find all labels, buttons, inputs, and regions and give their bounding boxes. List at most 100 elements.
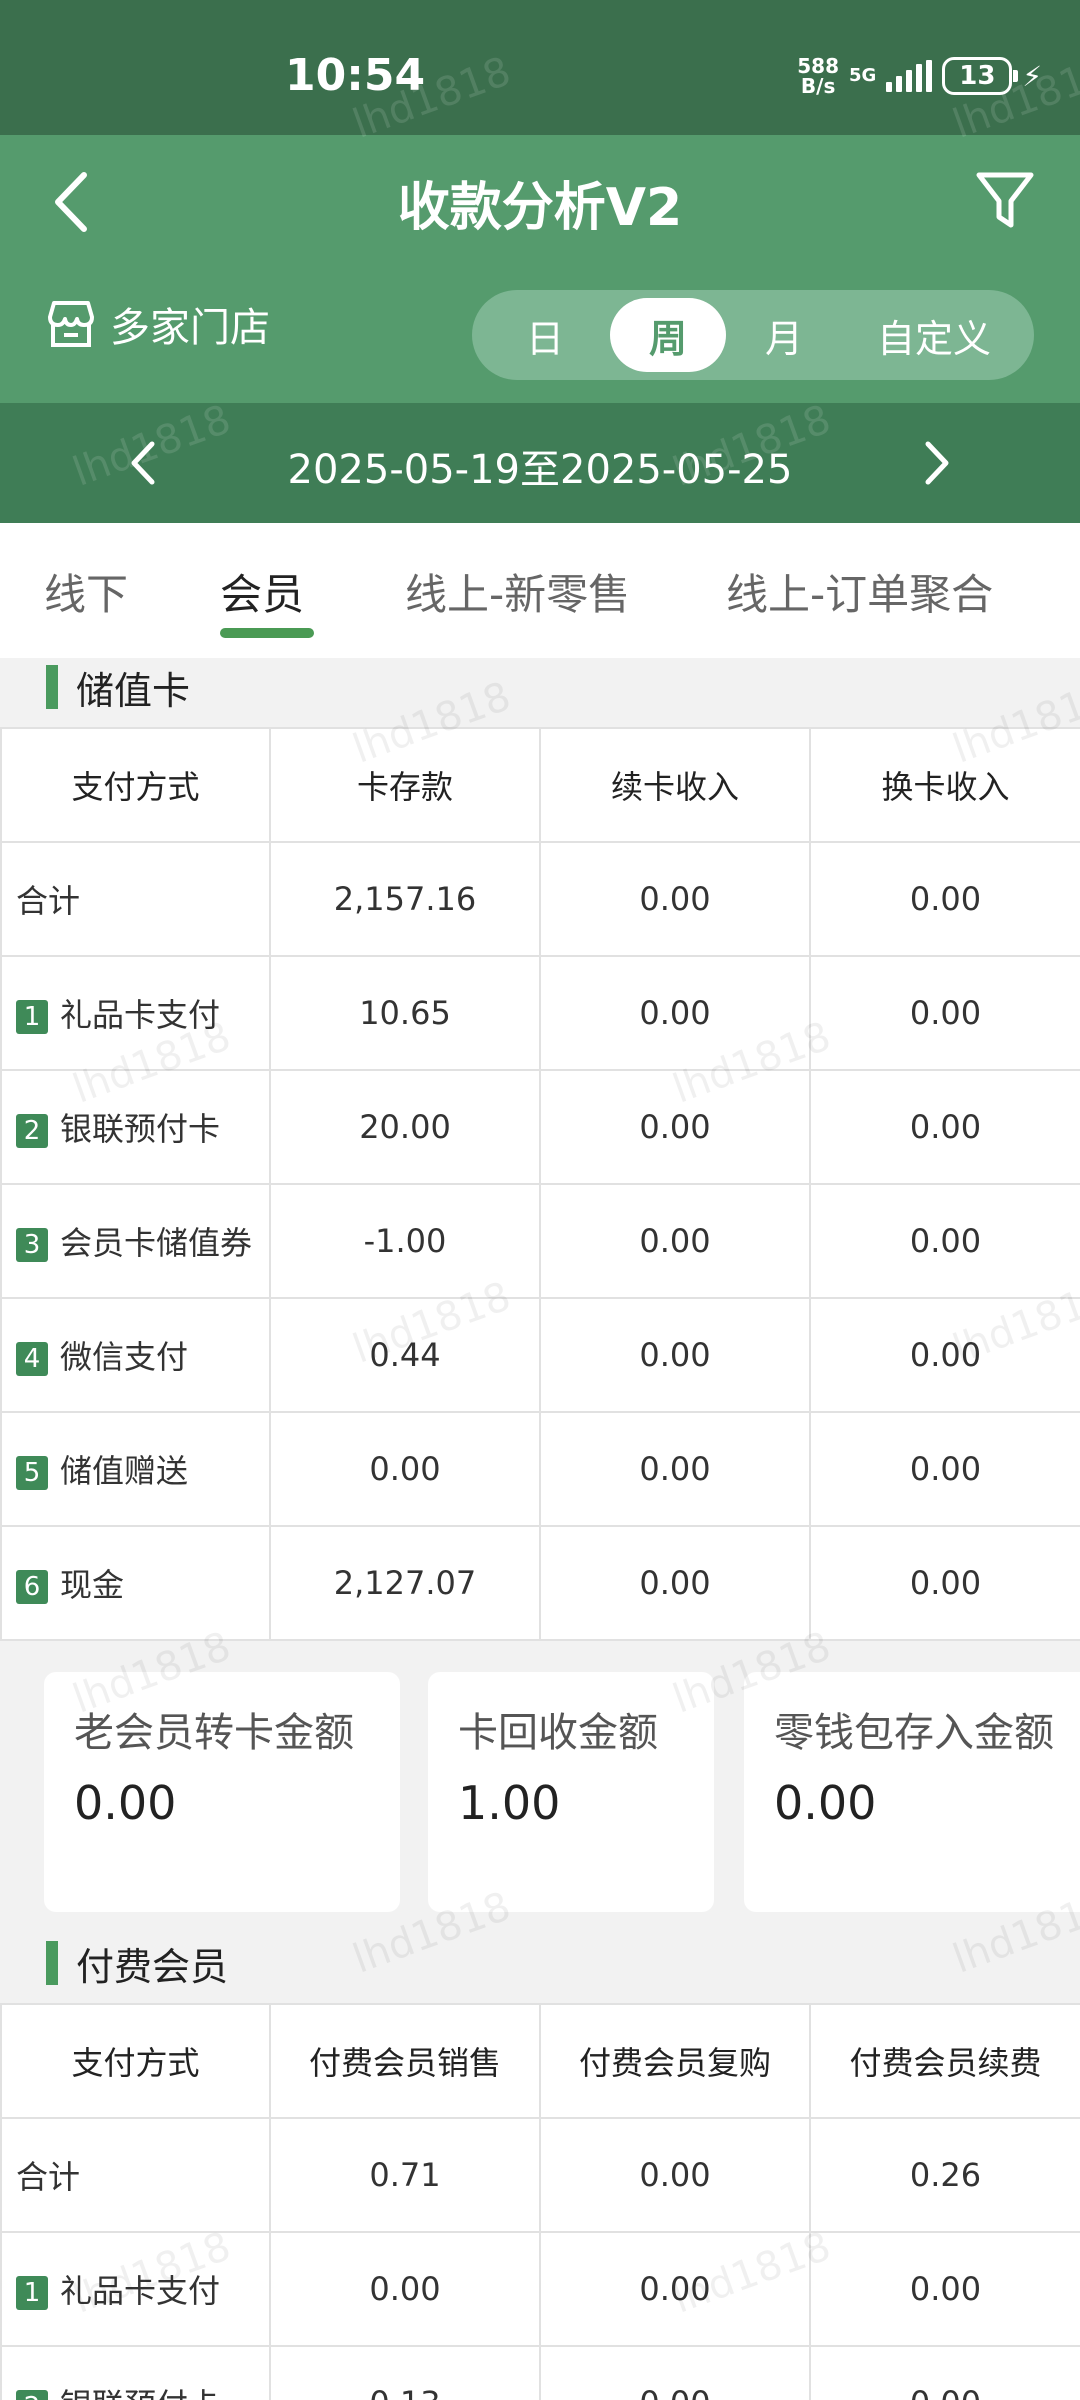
stat-card-member-transfer: 老会员转卡金额 0.00 — [44, 1672, 400, 1912]
tab-offline[interactable]: 线下 — [44, 561, 128, 622]
stat-value: 1.00 — [458, 1776, 561, 1830]
table-row: 2 银联预付卡 20.00 0.00 0.00 — [0, 1069, 1080, 1185]
period-tab-month[interactable]: 月 — [726, 298, 842, 372]
payment-method: 合计 — [0, 841, 271, 957]
battery-icon: 13 — [942, 57, 1019, 95]
table-cell: 0.00 — [539, 1183, 811, 1299]
tab-online-order-aggregate[interactable]: 线上-订单聚合 — [726, 561, 993, 622]
filter-button[interactable] — [970, 165, 1040, 235]
paid-member-table: 支付方式 付费会员销售 付费会员复购 付费会员续费 合计 0.71 0.00 0… — [0, 2003, 1080, 2400]
payment-method-label: 会员卡储值券 — [60, 1224, 253, 1262]
section-title: 储值卡 — [76, 668, 191, 713]
period-tab-custom[interactable]: 自定义 — [842, 298, 1026, 372]
table-cell: 0.00 — [539, 1525, 811, 1641]
network-type: 5G — [849, 65, 877, 86]
column-header: 续卡收入 — [539, 727, 811, 843]
stat-card-card-recycle: 卡回收金额 1.00 — [428, 1672, 714, 1912]
payment-method: 4 微信支付 — [0, 1297, 271, 1413]
rank-badge: 4 — [16, 1342, 48, 1376]
active-tab-indicator — [220, 628, 314, 638]
section-stored-value: 储值卡 — [0, 652, 1080, 722]
payment-method-label: 合计 — [16, 882, 81, 920]
table-cell: 0.00 — [809, 2345, 1080, 2400]
table-cell: 0.00 — [539, 1297, 811, 1413]
table-cell: 0.00 — [539, 2231, 811, 2347]
payment-method: 3 会员卡储值券 — [0, 1183, 271, 1299]
store-icon — [48, 301, 94, 347]
table-cell: 0.00 — [809, 2231, 1080, 2347]
rank-badge: 1 — [16, 1000, 48, 1034]
column-header: 付费会员复购 — [539, 2003, 811, 2119]
table-cell: 0.00 — [809, 1183, 1080, 1299]
chevron-right-icon — [925, 441, 949, 485]
status-icons: 588 B/s 5G 13 ⚡ — [797, 56, 1042, 96]
stat-label: 零钱包存入金额 — [774, 1710, 1054, 1756]
app-header: 收款分析V2 多家门店 日 周 月 自定义 lhd1818 lhd1818 — [0, 48, 1080, 403]
rank-badge: 3 — [16, 1228, 48, 1262]
table-cell: 0.13 — [269, 2345, 541, 2400]
table-cell: 0.00 — [539, 1411, 811, 1527]
payment-method: 5 储值赠送 — [0, 1411, 271, 1527]
table-cell: 0.00 — [539, 1069, 811, 1185]
table-cell: 0.26 — [809, 2117, 1080, 2233]
payment-method-label: 储值赠送 — [60, 1452, 189, 1490]
rank-badge: 5 — [16, 1456, 48, 1490]
table-cell: 10.65 — [269, 955, 541, 1071]
status-bar: 10:54 588 B/s 5G 13 ⚡ — [0, 0, 1080, 135]
table-row: 1 礼品卡支付 10.65 0.00 0.00 — [0, 955, 1080, 1071]
status-time: 10:54 — [285, 50, 426, 101]
table-row-total: 合计 2,157.16 0.00 0.00 — [0, 841, 1080, 957]
net-speed-unit: B/s — [800, 74, 836, 98]
category-tabs: 线下 会员 线上-新零售 线上-订单聚合 — [0, 523, 1080, 658]
table-cell: 2,127.07 — [269, 1525, 541, 1641]
date-navigator: 2025-05-19至2025-05-25 lhd1818 lhd1818 — [0, 396, 1080, 523]
table-cell: 0.00 — [809, 1411, 1080, 1527]
payment-method: 6 现金 — [0, 1525, 271, 1641]
signal-icon — [886, 60, 933, 92]
column-header: 支付方式 — [0, 727, 271, 843]
table-cell: 20.00 — [269, 1069, 541, 1185]
table-row: 2 银联预付卡 0.13 0.00 0.00 — [0, 2345, 1080, 2400]
store-selector[interactable]: 多家门店 — [44, 295, 270, 353]
payment-method-label: 微信支付 — [60, 1338, 189, 1376]
payment-method: 合计 — [0, 2117, 271, 2233]
table-row: 5 储值赠送 0.00 0.00 0.00 — [0, 1411, 1080, 1527]
column-header: 付费会员续费 — [809, 2003, 1080, 2119]
stat-value: 0.00 — [774, 1776, 877, 1830]
table-cell: 2,157.16 — [269, 841, 541, 957]
filter-icon — [976, 172, 1034, 228]
rank-badge: 2 — [16, 2390, 48, 2400]
charging-icon: ⚡ — [1022, 59, 1042, 93]
payment-method-label: 合计 — [16, 2158, 81, 2196]
stat-label: 老会员转卡金额 — [74, 1710, 354, 1756]
table-cell: 0.00 — [809, 1069, 1080, 1185]
payment-method-label: 礼品卡支付 — [60, 996, 221, 1034]
period-tab-day[interactable]: 日 — [480, 298, 610, 372]
payment-method: 2 银联预付卡 — [0, 1069, 271, 1185]
table-row-total: 合计 0.71 0.00 0.26 — [0, 2117, 1080, 2233]
tab-online-new-retail[interactable]: 线上-新零售 — [405, 561, 630, 622]
stat-label: 卡回收金额 — [458, 1710, 658, 1756]
table-row: 1 礼品卡支付 0.00 0.00 0.00 — [0, 2231, 1080, 2347]
tab-member[interactable]: 会员 — [220, 561, 304, 622]
next-period-button[interactable] — [902, 428, 972, 498]
table-header-row: 支付方式 付费会员销售 付费会员复购 付费会员续费 — [0, 2003, 1080, 2119]
table-cell: 0.00 — [809, 1525, 1080, 1641]
table-cell: 0.00 — [269, 2231, 541, 2347]
period-tabs: 日 周 月 自定义 — [472, 290, 1034, 380]
table-cell: 0.00 — [539, 2345, 811, 2400]
rank-badge: 6 — [16, 1570, 48, 1604]
section-marker — [46, 1941, 58, 1985]
table-row: 3 会员卡储值券 -1.00 0.00 0.00 — [0, 1183, 1080, 1299]
column-header: 支付方式 — [0, 2003, 271, 2119]
stat-card-wallet-deposit: 零钱包存入金额 0.00 — [744, 1672, 1080, 1912]
table-cell: 0.00 — [539, 955, 811, 1071]
payment-method: 1 礼品卡支付 — [0, 2231, 271, 2347]
payment-method-label: 现金 — [60, 1566, 125, 1604]
table-row: 6 现金 2,127.07 0.00 0.00 — [0, 1525, 1080, 1641]
stored-value-table: 支付方式 卡存款 续卡收入 换卡收入 合计 2,157.16 0.00 0.00… — [0, 727, 1080, 1641]
payment-method: 2 银联预付卡 — [0, 2345, 271, 2400]
section-title: 付费会员 — [76, 1944, 229, 1989]
period-tab-week[interactable]: 周 — [610, 298, 726, 372]
battery-level: 13 — [959, 61, 996, 91]
